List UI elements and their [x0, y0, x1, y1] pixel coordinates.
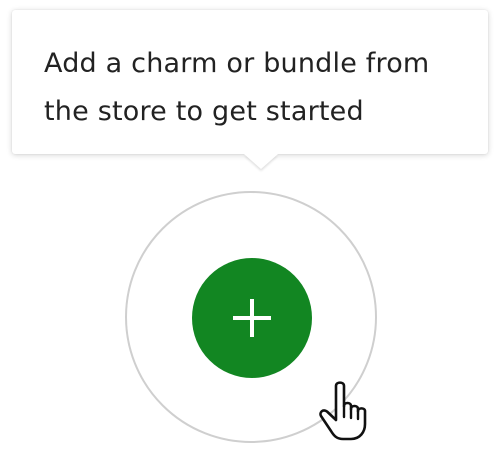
- add-charm-button[interactable]: [192, 258, 312, 378]
- plus-icon: [233, 299, 271, 337]
- tooltip-arrow: [244, 154, 278, 169]
- hand-pointer-icon: [319, 381, 367, 441]
- onboarding-tooltip: Add a charm or bundle from the store to g…: [12, 10, 488, 169]
- empty-state-stage: Add a charm or bundle from the store to g…: [0, 0, 500, 456]
- tooltip-line-1: Add a charm or bundle from: [44, 48, 430, 79]
- tooltip-line-2: the store to get started: [44, 96, 364, 127]
- tooltip-text: Add a charm or bundle from the store to g…: [44, 40, 458, 136]
